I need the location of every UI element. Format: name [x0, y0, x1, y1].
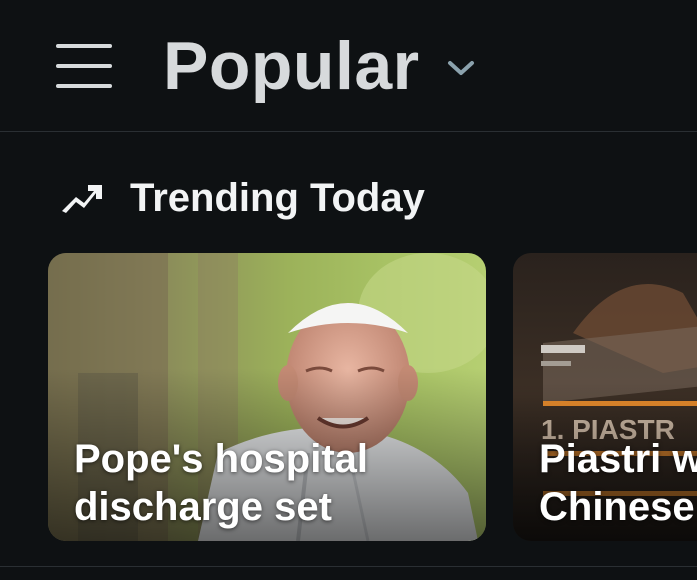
trending-section-header: Trending Today — [60, 172, 425, 224]
trending-card[interactable]: Pope's hospital discharge set — [48, 253, 486, 541]
section-title: Trending Today — [130, 176, 425, 220]
top-header: Popular — [0, 0, 697, 132]
trending-arrow-icon — [62, 185, 102, 213]
card-headline-line2: Chinese — [539, 485, 695, 529]
feed-title: Popular — [163, 28, 420, 104]
hamburger-menu-icon — [56, 44, 112, 88]
feed-selector[interactable]: Popular — [163, 26, 476, 106]
menu-button[interactable] — [52, 40, 116, 94]
card-headline: Piastri w Chinese — [539, 435, 697, 531]
app-root: Popular Trending Today Pope's hospital d… — [0, 0, 697, 580]
card-headline-line1: Piastri w — [539, 437, 697, 481]
trending-card[interactable]: 1. PIASTR Piastri w Chinese — [513, 253, 697, 541]
divider — [0, 566, 697, 567]
chevron-down-icon — [447, 61, 474, 75]
card-headline: Pope's hospital discharge set — [74, 437, 369, 529]
